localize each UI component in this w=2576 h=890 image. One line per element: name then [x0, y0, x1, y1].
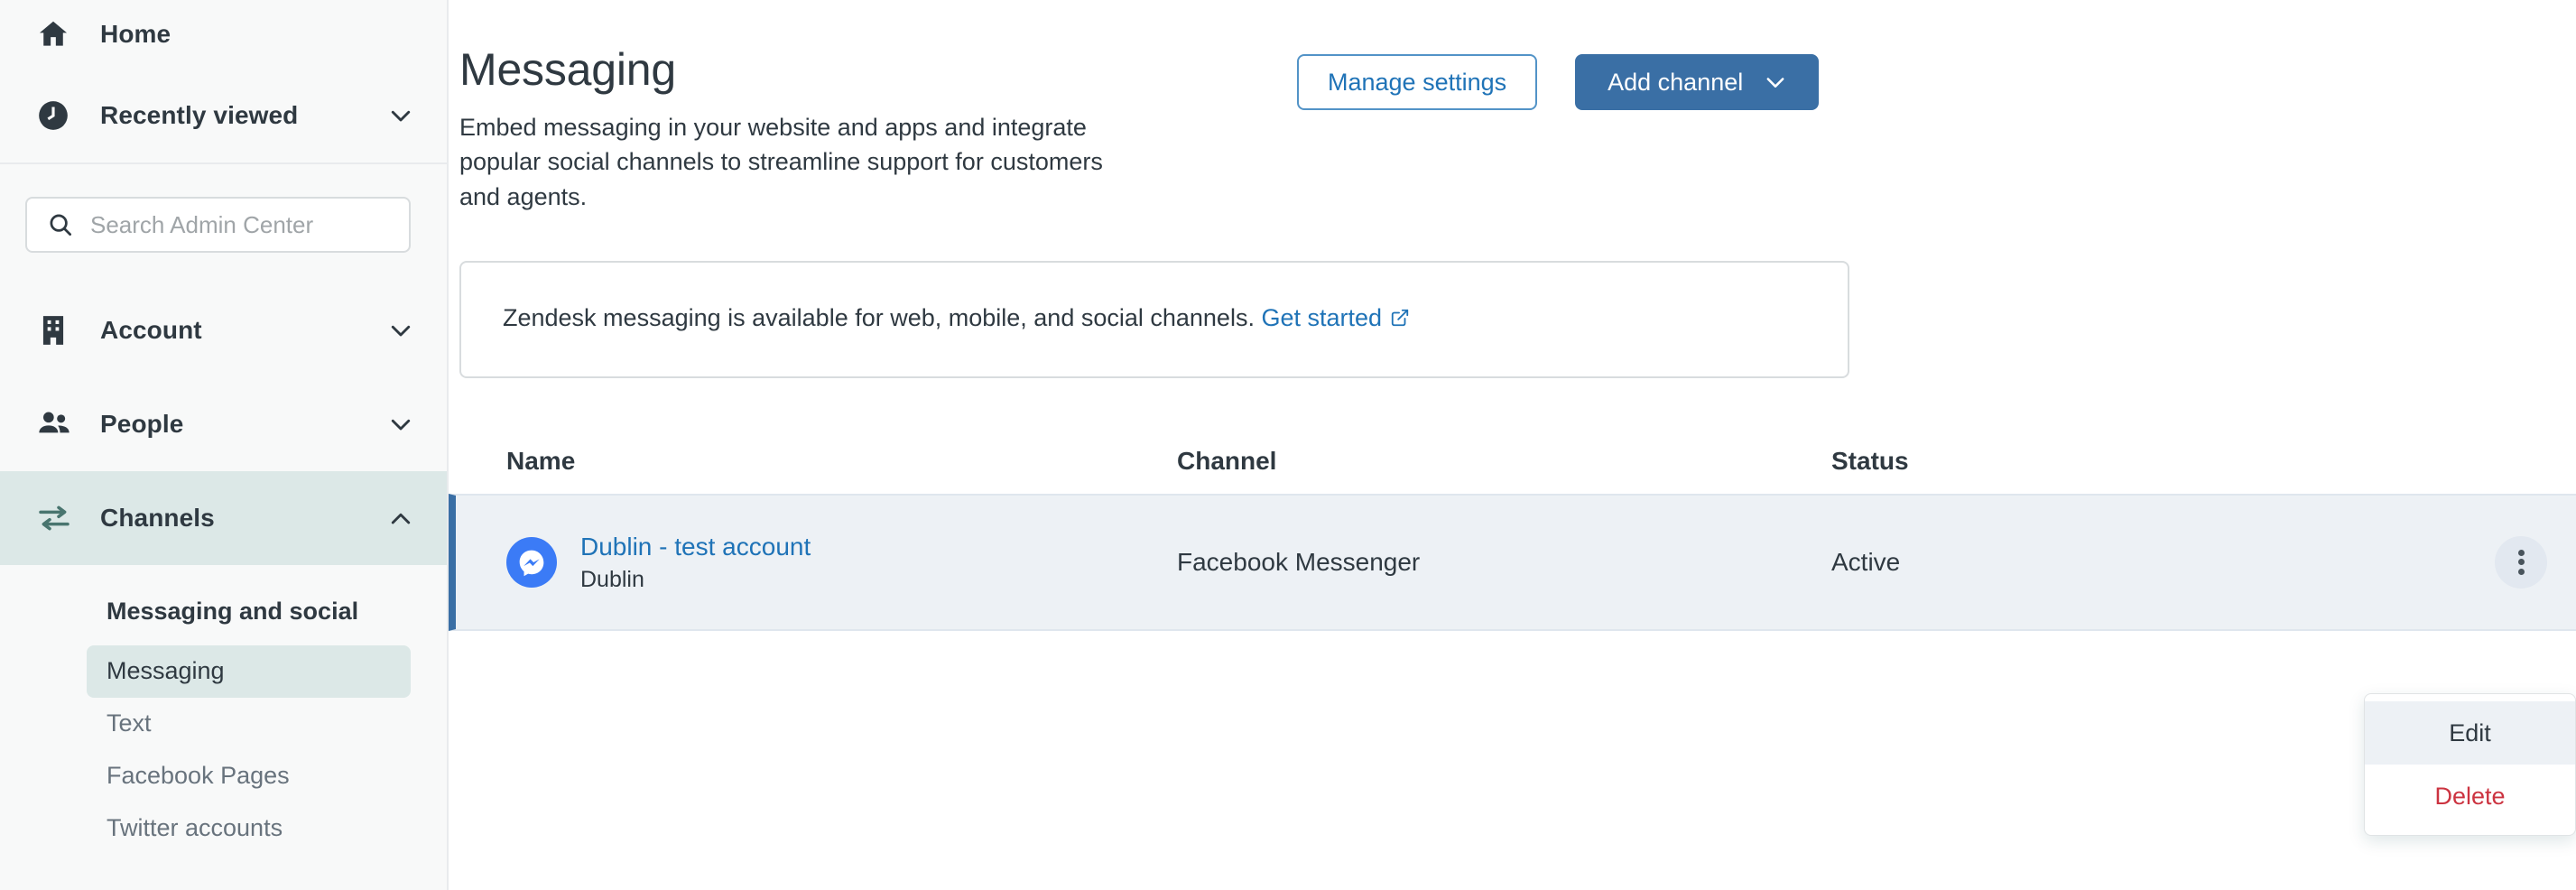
sidebar-subitem-facebook-pages[interactable]: Facebook Pages: [87, 750, 411, 802]
chevron-down-icon[interactable]: [385, 409, 416, 440]
page-description: Embed messaging in your website and apps…: [459, 114, 1103, 210]
subnav-header: Messaging and social: [107, 598, 359, 625]
column-header-name: Name: [506, 446, 576, 475]
get-started-label: Get started: [1261, 304, 1383, 332]
transfer-arrows-icon: [36, 500, 88, 536]
sidebar-item-recently-viewed[interactable]: Recently viewed: [0, 69, 447, 162]
sidebar-subitem-messaging[interactable]: Messaging: [87, 645, 411, 698]
people-icon: [36, 406, 88, 442]
menu-item-delete[interactable]: Delete: [2365, 765, 2575, 828]
sidebar-item-home[interactable]: Home: [0, 0, 447, 69]
manage-settings-button[interactable]: Manage settings: [1297, 54, 1538, 110]
facebook-messenger-icon: [506, 536, 557, 588]
row-context-menu: Edit Delete: [2364, 693, 2576, 836]
get-started-link[interactable]: Get started: [1261, 304, 1410, 331]
sidebar-item-account[interactable]: Account: [0, 283, 447, 377]
sidebar: Home Recently viewed Search Admin Center…: [0, 0, 449, 890]
table-header-row: Name Channel Status: [449, 429, 2576, 494]
chevron-down-icon[interactable]: [385, 100, 416, 131]
sidebar-subitem-twitter-accounts[interactable]: Twitter accounts: [87, 802, 411, 855]
table-row[interactable]: Dublin - test account Dublin Facebook Me…: [449, 493, 2576, 631]
sidebar-item-label: Recently viewed: [100, 101, 299, 129]
sidebar-item-people[interactable]: People: [0, 377, 447, 471]
chevron-down-icon[interactable]: [385, 315, 416, 346]
chevron-down-icon: [1763, 70, 1788, 95]
kebab-dots: [2517, 546, 2525, 578]
sidebar-search-section: [0, 164, 447, 283]
search-icon: [47, 211, 74, 238]
sidebar-subnav: Messaging and social Messaging Text Face…: [0, 565, 447, 855]
cell-channel: Facebook Messenger: [1177, 547, 1421, 576]
cell-name: Dublin - test account Dublin: [459, 532, 1177, 593]
sidebar-top-section: Home Recently viewed: [0, 0, 447, 164]
page-title: Messaging: [459, 44, 676, 95]
channels-table: Name Channel Status Dublin - test accoun…: [449, 429, 2576, 631]
column-header-channel: Channel: [1177, 446, 1277, 475]
row-actions-kebab-button[interactable]: [2495, 535, 2547, 589]
messaging-availability-banner: Zendesk messaging is available for web, …: [459, 260, 1849, 378]
channel-name-link[interactable]: Dublin - test account: [580, 532, 811, 562]
cell-status: Active: [1831, 547, 1901, 576]
sidebar-item-label: People: [100, 410, 184, 438]
header-actions: Manage settings Add channel: [1297, 43, 1820, 110]
sidebar-item-channels[interactable]: Channels: [0, 471, 447, 565]
main-content: Messaging Embed messaging in your websit…: [449, 0, 2576, 890]
add-channel-label: Add channel: [1608, 68, 1744, 96]
sidebar-subitem-text[interactable]: Text: [87, 698, 411, 750]
column-header-status: Status: [1831, 446, 1909, 475]
menu-item-edit[interactable]: Edit: [2365, 701, 2575, 765]
banner-text: Zendesk messaging is available for web, …: [503, 304, 1255, 332]
admin-center-app: Home Recently viewed Search Admin Center…: [0, 0, 2576, 890]
search-box[interactable]: [25, 197, 411, 253]
channel-subname: Dublin: [580, 566, 644, 592]
sidebar-item-label: Account: [100, 316, 202, 344]
sidebar-item-label: Channels: [100, 504, 215, 532]
building-icon: [36, 313, 88, 348]
search-input[interactable]: [90, 210, 389, 239]
home-icon: [36, 17, 88, 51]
chevron-up-icon[interactable]: [385, 503, 416, 533]
external-link-icon: [1390, 306, 1410, 334]
page-header: Messaging Embed messaging in your websit…: [449, 0, 2576, 214]
sidebar-item-label: Home: [100, 20, 171, 48]
add-channel-button[interactable]: Add channel: [1575, 54, 1820, 110]
clock-icon: [36, 98, 88, 133]
